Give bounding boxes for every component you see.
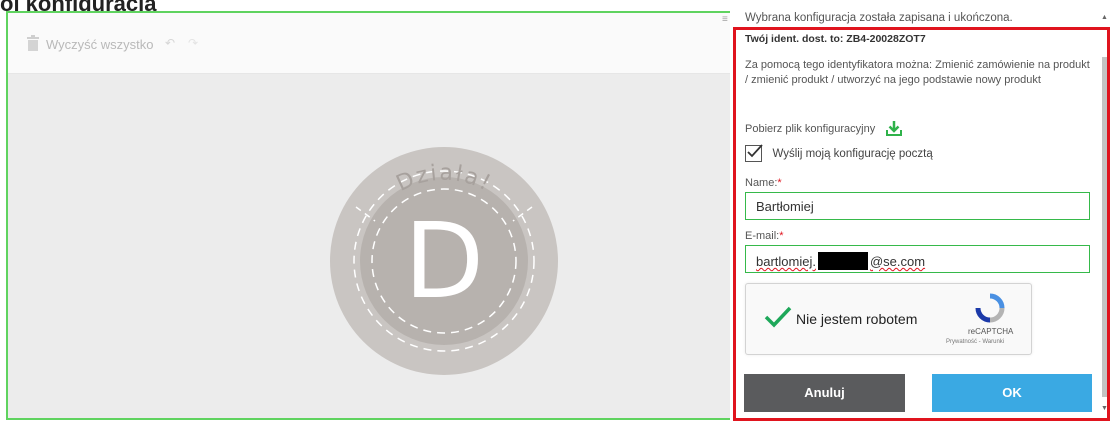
scroll-up-arrow-icon[interactable]: ▲ <box>1101 14 1108 21</box>
saved-message: Wybrana konfiguracja została zapisana i … <box>745 12 1013 24</box>
dialog-frame-highlight <box>733 27 1110 421</box>
